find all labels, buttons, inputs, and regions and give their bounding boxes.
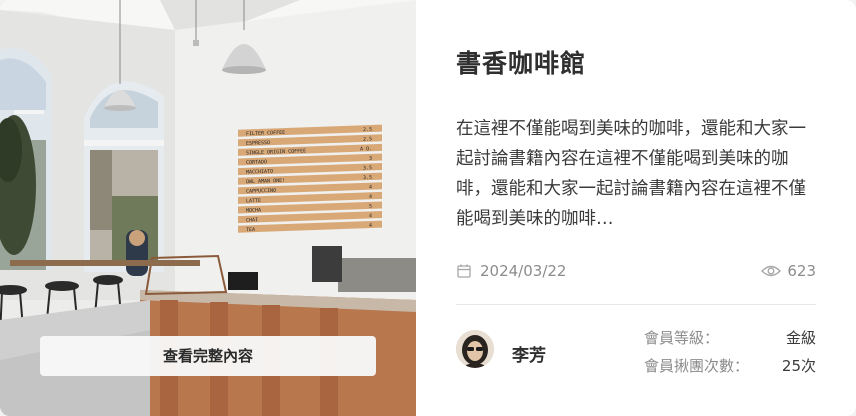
menu-item-name: LATTE bbox=[246, 198, 261, 205]
author-name[interactable]: 李芳 bbox=[512, 341, 546, 366]
card-info: 書香咖啡館 在這裡不僅能喝到美味的咖啡，還能和大家一起討論書籍內容在這裡不僅能喝… bbox=[456, 0, 816, 416]
member-visits-value: 25次 bbox=[781, 357, 816, 375]
eye-icon bbox=[761, 265, 782, 277]
menu-board: FILTER COFFEE 2.5ESPRESSO2.5SINGLE ORIGIN… bbox=[238, 124, 382, 233]
view-count-text: 623 bbox=[787, 262, 816, 280]
cafe-card: FILTER COFFEE 2.5 ESPRESSO 2.5 SINGLE ORIGIN… bbox=[0, 0, 856, 416]
menu-item-price: 2.5 bbox=[363, 127, 372, 133]
menu-item-price: 4 bbox=[369, 213, 372, 219]
menu-item-name: TEA bbox=[246, 227, 255, 233]
menu-item-price: 3.5 bbox=[363, 165, 372, 171]
menu-item-price: 4 bbox=[369, 184, 372, 190]
member-level-value: 金級 bbox=[785, 329, 816, 347]
view-count: 623 bbox=[761, 262, 816, 280]
menu-item-name: CORTADO bbox=[246, 159, 267, 166]
menu-item-price: 4 bbox=[369, 194, 372, 200]
member-visits-label: 會員揪團次數： bbox=[644, 357, 750, 375]
post-date-text: 2024/03/22 bbox=[480, 262, 567, 280]
view-full-content-button[interactable]: 查看完整內容 bbox=[40, 336, 376, 376]
post-date: 2024/03/22 bbox=[456, 262, 566, 280]
menu-item-name: ESPRESSO bbox=[246, 140, 270, 147]
menu-item-name: CAPPUCCINO bbox=[246, 188, 276, 195]
menu-item-price: 5 bbox=[369, 204, 372, 210]
menu-item-price: 3.5 bbox=[363, 175, 372, 181]
menu-item-price: 3 bbox=[369, 156, 372, 162]
menu-item-price: A Q. bbox=[360, 146, 372, 152]
card-title[interactable]: 書香咖啡館 bbox=[456, 44, 586, 80]
cafe-photo[interactable]: FILTER COFFEE 2.5 ESPRESSO 2.5 SINGLE ORIGIN… bbox=[0, 0, 416, 416]
user-avatar-image bbox=[456, 330, 494, 368]
card-description: 在這裡不僅能喝到美味的咖啡，還能和大家一起討論書籍內容在這裡不僅能喝到美味的咖啡… bbox=[456, 119, 806, 229]
avatar[interactable] bbox=[456, 330, 494, 368]
menu-item-price: 4 bbox=[369, 223, 372, 229]
menu-item-name: CHAI bbox=[246, 217, 258, 223]
menu-item-name: MACCHIATO bbox=[246, 169, 273, 176]
menu-item-price: 2.5 bbox=[363, 136, 372, 142]
calendar-icon bbox=[457, 264, 471, 278]
menu-item-name: MOCHA bbox=[246, 207, 261, 214]
member-level-label: 會員等級： bbox=[644, 329, 720, 347]
divider bbox=[456, 304, 816, 305]
